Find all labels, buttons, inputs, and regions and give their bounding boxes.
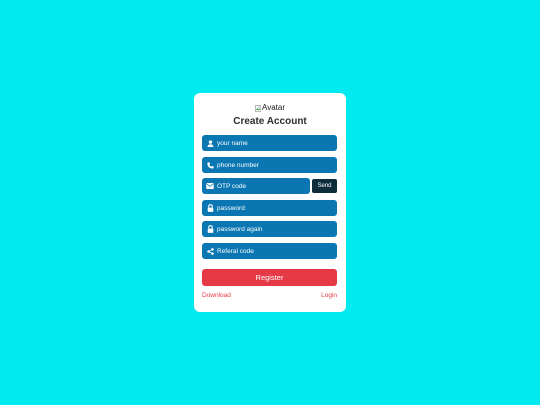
login-link[interactable]: Login [321,292,337,300]
user-icon [203,139,217,147]
password-input[interactable] [217,201,337,215]
register-button[interactable]: Register [202,269,337,286]
register-card: Avatar Create Account Se [194,93,346,312]
lock-icon [203,225,217,233]
avatar-alt-text: Avatar [262,103,285,112]
phone-field[interactable] [202,157,337,173]
broken-image-icon [255,104,261,112]
referral-field[interactable] [202,243,337,259]
page-title: Create Account [233,116,307,127]
envelope-icon [203,183,217,189]
name-field[interactable] [202,135,337,151]
avatar: Avatar [194,102,346,114]
phone-icon [203,161,217,169]
password-field[interactable] [202,200,337,216]
referral-input[interactable] [217,244,337,258]
lock-icon [203,204,217,212]
send-otp-button[interactable]: Send [312,179,337,193]
otp-input[interactable] [217,179,310,193]
phone-input[interactable] [217,158,337,172]
otp-field[interactable] [202,178,310,194]
name-input[interactable] [217,136,337,150]
password-again-field[interactable] [202,221,337,237]
share-icon [203,247,217,255]
download-link[interactable]: Download [202,292,231,300]
password-again-input[interactable] [217,222,337,236]
